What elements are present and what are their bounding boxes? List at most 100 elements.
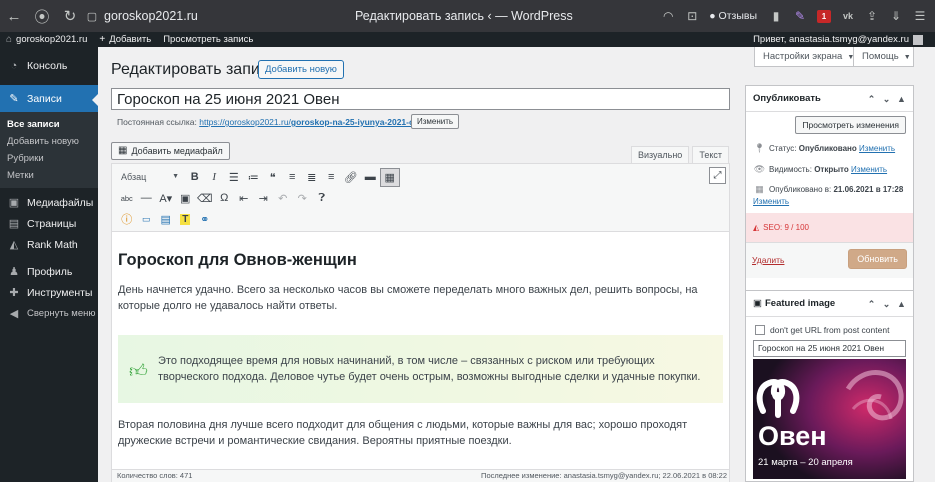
sidebar-item-pages[interactable]: ▤ Страницы (0, 213, 98, 234)
add-media-button[interactable]: ▦ Добавить медиафайл (111, 142, 230, 160)
headphones-icon[interactable]: ◠ (657, 0, 679, 32)
caret-down-icon: ▼ (903, 54, 911, 61)
tab-visual[interactable]: Визуально (630, 146, 690, 163)
url-checkbox-row[interactable]: don't get URL from post content (755, 325, 889, 335)
dashboard-icon: ◔ (10, 59, 18, 72)
align-center-icon[interactable]: ≣ (302, 168, 322, 187)
post-title-input[interactable]: Гороскоп на 25 июня 2021 Овен (111, 88, 730, 110)
sidebar-item-posts[interactable]: ✎ Записи (0, 85, 98, 112)
indent-icon[interactable]: ⇥ (254, 189, 274, 208)
help-icon[interactable]: ❓︎ (312, 189, 332, 208)
featured-image-panel-header[interactable]: ▣ Featured image ⌃ ⌄ ▲ (746, 291, 913, 317)
tab-text[interactable]: Текст (692, 146, 729, 163)
special-char-icon[interactable]: Ω (215, 189, 235, 208)
calendar-icon: ▦ (755, 184, 764, 194)
sidebar-item-rank-math[interactable]: ◭ Rank Math (0, 234, 98, 255)
published-row: ▦ Опубликовано в: 21.06.2021 в 17:28 (753, 184, 903, 195)
screen-options-button[interactable]: Настройки экрана ▼ (754, 47, 864, 67)
horizontal-line-icon[interactable]: — (137, 189, 157, 208)
publish-actions: Удалить Обновить (746, 242, 913, 278)
featured-image-title-input[interactable]: Гороскоп на 25 июня 2021 Овен (753, 340, 906, 357)
preview-changes-button[interactable]: Просмотреть изменения (795, 116, 906, 134)
toggle-panel-icon[interactable]: ▲ (894, 299, 909, 309)
read-more-icon[interactable]: ▬ (361, 168, 381, 187)
update-button[interactable]: Обновить (848, 249, 907, 269)
submenu-categories[interactable]: Рубрики (0, 150, 98, 167)
tip-text: Это подходящее время для новых начинаний… (158, 355, 701, 383)
link-icon[interactable]: 🔗︎ (341, 168, 361, 187)
user-icon: ♟ (9, 266, 19, 278)
toggle-panel-icon[interactable]: ▲ (894, 94, 909, 104)
avatar[interactable] (913, 34, 923, 45)
view-post-link[interactable]: Просмотреть запись (163, 34, 253, 45)
strikethrough-icon[interactable]: abc (117, 189, 137, 208)
alert-icon[interactable]: ⓘ (117, 210, 137, 229)
italic-button[interactable]: I (205, 168, 225, 187)
format-select[interactable]: Абзац ▼ (117, 169, 181, 185)
edit-date-link[interactable]: Изменить (753, 197, 789, 206)
content-heading: Гороскоп для Овнов-женщин (118, 251, 357, 269)
move-up-icon[interactable]: ⌃ (864, 299, 879, 310)
move-down-icon[interactable]: ⌄ (879, 94, 894, 105)
sidebar-item-dashboard[interactable]: ◔ Консоль (0, 52, 98, 79)
publish-panel-header[interactable]: Опубликовать ⌃ ⌄ ▲ (746, 86, 913, 112)
editor-content[interactable]: Гороскоп для Овнов-женщин День начнется … (112, 251, 729, 449)
extension-feather-icon[interactable]: ✎ (789, 0, 811, 32)
share-icon[interactable]: ⇪ (861, 0, 883, 32)
align-right-icon[interactable]: ≡ (322, 168, 342, 187)
address-bar[interactable]: goroskop2021.ru (104, 9, 198, 23)
bookmark-icon[interactable]: ▮ (765, 0, 787, 32)
delete-link[interactable]: Удалить (752, 255, 784, 265)
sidebar-item-tools[interactable]: ✚ Инструменты (0, 282, 98, 303)
screenshot-icon[interactable]: ⊡ (681, 0, 703, 32)
redo-icon[interactable]: ↷ (293, 189, 313, 208)
featured-image[interactable]: Овен 21 марта – 20 апреля (753, 359, 906, 479)
numbered-list-icon[interactable]: ≔ (244, 168, 264, 187)
extension-badge-icon[interactable]: 1 (813, 0, 835, 32)
highlight-icon[interactable]: T (176, 210, 196, 229)
move-down-icon[interactable]: ⌄ (879, 299, 894, 310)
table-icon[interactable]: ▤ (156, 210, 176, 229)
edit-permalink-button[interactable]: Изменить (411, 114, 460, 129)
seo-score-row[interactable]: ◭ SEO: 9 / 100 (746, 213, 913, 242)
sidebar-item-profile[interactable]: ♟ Профиль (0, 261, 98, 282)
move-up-icon[interactable]: ⌃ (864, 94, 879, 105)
shield-icon[interactable]: ⦿ (28, 0, 56, 32)
blockquote-icon[interactable]: ❝ (263, 168, 283, 187)
account-greeting[interactable]: Привет, anastasia.tsmyg@yandex.ru (753, 34, 909, 45)
submenu-all-posts[interactable]: Все записи (0, 116, 98, 133)
undo-icon[interactable]: ↶ (273, 189, 293, 208)
toolbar-toggle-icon[interactable]: ▦ (380, 167, 400, 187)
url-checkbox[interactable] (755, 325, 765, 335)
add-new-button[interactable]: Добавить новую (258, 60, 344, 79)
text-color-icon[interactable]: A▾ (156, 189, 176, 208)
align-left-icon[interactable]: ≡ (283, 168, 303, 187)
shortcode-link-icon[interactable]: ⚭ (195, 210, 215, 229)
edit-visibility-link[interactable]: Изменить (851, 165, 887, 174)
sidebar-item-media[interactable]: ▣ Медиафайлы (0, 192, 98, 213)
clear-format-icon[interactable]: ⌫ (195, 189, 215, 208)
download-icon[interactable]: ⇓ (885, 0, 907, 32)
vk-icon[interactable]: vk (837, 0, 859, 32)
reviews-button[interactable]: ● Отзывы (709, 10, 757, 22)
new-content-link[interactable]: + Добавить (99, 34, 151, 45)
back-icon[interactable]: ← (0, 0, 28, 32)
site-name-link[interactable]: ⌂ goroskop2021.ru (6, 34, 87, 45)
reload-icon[interactable]: ↻ (56, 0, 84, 32)
bold-button[interactable]: B (185, 168, 205, 187)
sidebar-collapse[interactable]: ◀ Свернуть меню (0, 303, 98, 324)
outdent-icon[interactable]: ⇤ (234, 189, 254, 208)
fullscreen-icon[interactable]: ⤢ (709, 167, 726, 184)
wp-admin-bar: ⌂ goroskop2021.ru + Добавить Просмотреть з… (0, 32, 935, 47)
lock-icon[interactable]: ▢ (84, 0, 100, 32)
submenu-tags[interactable]: Метки (0, 167, 98, 184)
permalink-link[interactable]: https://goroskop2021.ru/goroskop-na-25-i… (199, 117, 431, 127)
edit-status-link[interactable]: Изменить (859, 144, 895, 153)
paste-text-icon[interactable]: ▣ (176, 189, 196, 208)
table-of-contents-icon[interactable]: ▭ (137, 210, 157, 229)
help-button[interactable]: Помощь ▼ (853, 47, 914, 67)
bullet-list-icon[interactable]: ☰ (224, 168, 244, 187)
pages-icon: ▤ (8, 218, 20, 230)
submenu-add-new[interactable]: Добавить новую (0, 133, 98, 150)
menu-icon[interactable]: ☰ (909, 0, 931, 32)
